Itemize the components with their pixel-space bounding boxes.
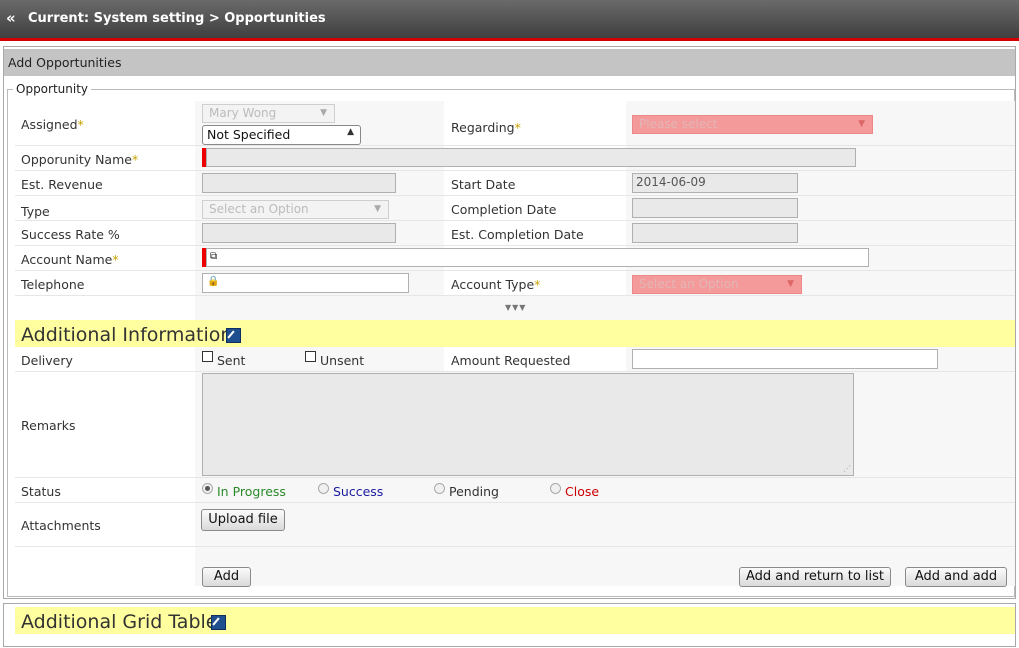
status-success-label: Success — [333, 484, 384, 499]
status-close-label: Close — [565, 484, 600, 499]
telephone-input[interactable]: 🔒 — [202, 273, 409, 293]
account-name-input[interactable]: ⧉ — [206, 248, 869, 267]
breadcrumb: Current: System setting > Opportunities — [28, 11, 326, 26]
type-label: Type — [21, 204, 50, 219]
est-completion-date-label: Est. Completion Date — [451, 227, 584, 242]
completion-date-input[interactable] — [632, 198, 798, 218]
back-double-chevron-icon[interactable]: « — [6, 9, 16, 27]
section-title: Additional Grid Table — [21, 611, 218, 633]
row-divider — [15, 270, 1015, 271]
status-in-progress-radio[interactable] — [202, 483, 213, 494]
est-revenue-label: Est. Revenue — [21, 177, 103, 192]
assigned-user-select[interactable]: Mary Wong ▼ — [202, 104, 335, 123]
status-success-radio[interactable] — [318, 483, 329, 494]
assigned-type-select[interactable]: Not Specified ▲ — [202, 125, 361, 145]
est-completion-date-input[interactable] — [632, 223, 798, 243]
opportunity-name-input[interactable] — [206, 148, 856, 167]
remarks-textarea[interactable]: ⋰ — [202, 373, 854, 476]
delivery-label: Delivery — [21, 353, 73, 368]
panel-header: Add Opportunities — [4, 49, 1015, 76]
grid-table-header: Additional Grid Table — [15, 607, 1015, 634]
success-rate-input[interactable] — [202, 223, 396, 243]
start-date-input[interactable]: 2014-06-09 — [632, 173, 798, 193]
sent-checkbox[interactable] — [202, 351, 213, 362]
row-divider — [15, 371, 1015, 372]
remarks-label: Remarks — [21, 418, 76, 433]
regarding-label: Regarding* — [451, 120, 521, 135]
account-name-label: Account Name* — [21, 252, 119, 267]
row-divider — [15, 245, 1015, 246]
type-select[interactable]: Select an Option ▼ — [202, 200, 389, 219]
status-label: Status — [21, 484, 61, 499]
amount-requested-label: Amount Requested — [451, 353, 571, 368]
account-type-select[interactable]: Select an Option ▼ — [632, 275, 802, 294]
status-in-progress-label: In Progress — [217, 484, 286, 499]
row-divider — [15, 170, 1015, 171]
top-bar: « Current: System setting > Opportunitie… — [0, 0, 1019, 41]
amount-requested-input[interactable] — [632, 349, 938, 369]
assigned-label: Assigned* — [21, 117, 84, 132]
status-close-radio[interactable] — [550, 483, 561, 494]
telephone-label: Telephone — [21, 277, 85, 292]
fieldset-legend: Opportunity — [13, 82, 92, 96]
success-rate-label: Success Rate % — [21, 227, 120, 242]
start-date-label: Start Date — [451, 177, 516, 192]
upload-file-button[interactable]: Upload file — [201, 509, 285, 531]
expand-toggle[interactable]: ▼▼▼ — [505, 303, 526, 312]
regarding-select[interactable]: Please select ▼ — [632, 115, 873, 134]
row-divider — [15, 195, 1015, 196]
additional-info-header: Additional Information — [15, 320, 1015, 347]
resize-grip-icon[interactable]: ⋰ — [843, 464, 851, 473]
est-revenue-input[interactable] — [202, 173, 396, 193]
row-divider — [15, 546, 1015, 547]
lookup-link-icon[interactable]: ⧉ — [210, 251, 217, 262]
panel-title: Add Opportunities — [8, 55, 122, 70]
row-divider — [15, 295, 1015, 296]
status-pending-radio[interactable] — [434, 483, 445, 494]
opportunity-name-label: Opporunity Name* — [21, 152, 139, 167]
section-title: Additional Information — [21, 324, 233, 346]
row-divider — [15, 502, 1015, 503]
attachments-label: Attachments — [21, 518, 101, 533]
row-divider — [15, 477, 1015, 478]
unsent-label: Unsent — [320, 353, 365, 368]
sent-label: Sent — [217, 353, 246, 368]
row-divider — [15, 220, 1015, 221]
row-divider — [15, 145, 1015, 146]
edit-icon[interactable] — [211, 615, 226, 630]
unsent-checkbox[interactable] — [305, 351, 316, 362]
add-and-return-button[interactable]: Add and return to list — [739, 567, 891, 587]
lock-icon: 🔒 — [207, 276, 220, 287]
add-button[interactable]: Add — [202, 567, 251, 587]
status-pending-label: Pending — [449, 484, 499, 499]
account-type-label: Account Type* — [451, 277, 541, 292]
completion-date-label: Completion Date — [451, 202, 557, 217]
edit-icon[interactable] — [226, 328, 241, 343]
add-and-add-button[interactable]: Add and add — [905, 567, 1007, 587]
